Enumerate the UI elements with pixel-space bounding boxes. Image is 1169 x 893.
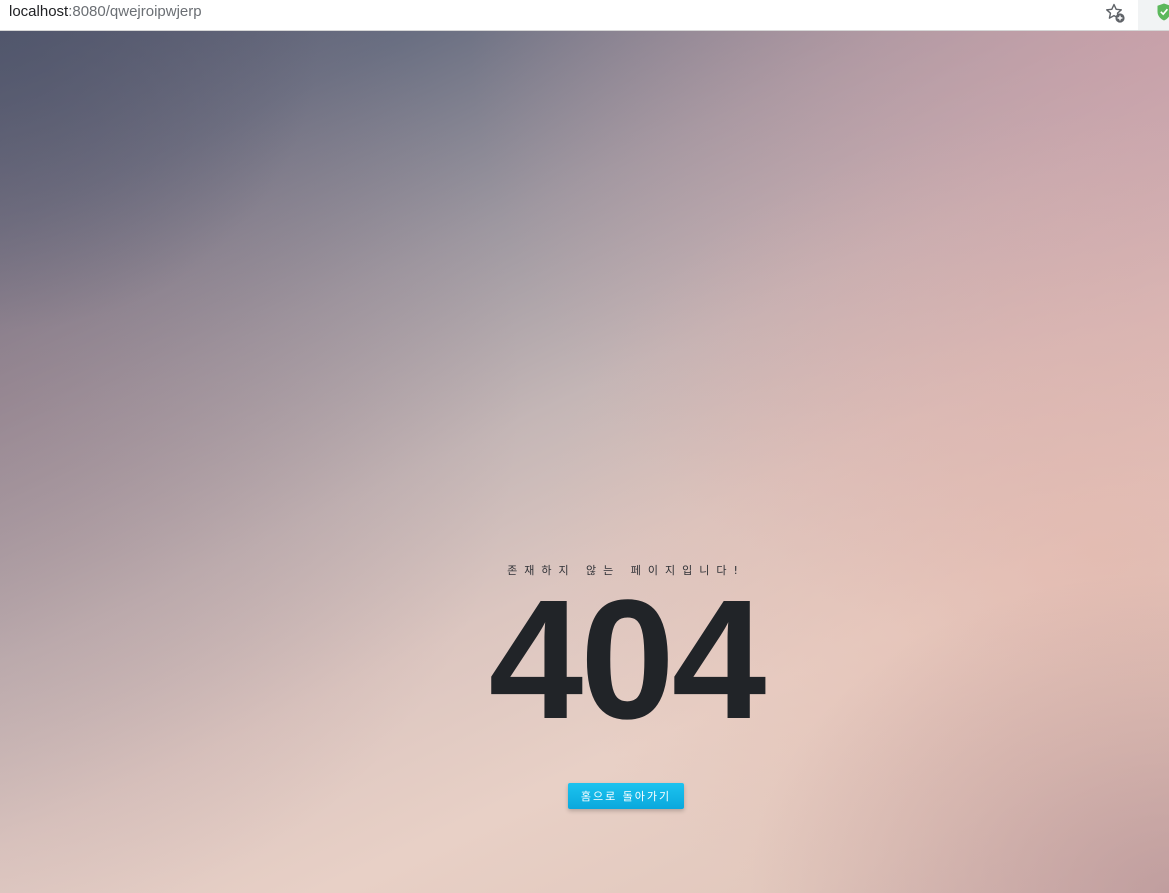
url-host: localhost (9, 3, 69, 20)
page-content: 존재하지 않는 페이지입니다! 404 홈으로 돌아가기 (0, 31, 1169, 893)
background-glow-top-left (0, 31, 1169, 893)
home-button[interactable]: 홈으로 돌아가기 (568, 783, 684, 809)
shield-icon[interactable] (1157, 3, 1169, 21)
address-bar[interactable]: localhost:8080/qwejroipwjerp (9, 3, 202, 21)
browser-toolbar: localhost:8080/qwejroipwjerp (0, 0, 1169, 31)
url-path: :8080/qwejroipwjerp (68, 3, 202, 20)
error-code: 404 (488, 565, 767, 755)
bookmark-star-icon[interactable] (1104, 2, 1126, 24)
